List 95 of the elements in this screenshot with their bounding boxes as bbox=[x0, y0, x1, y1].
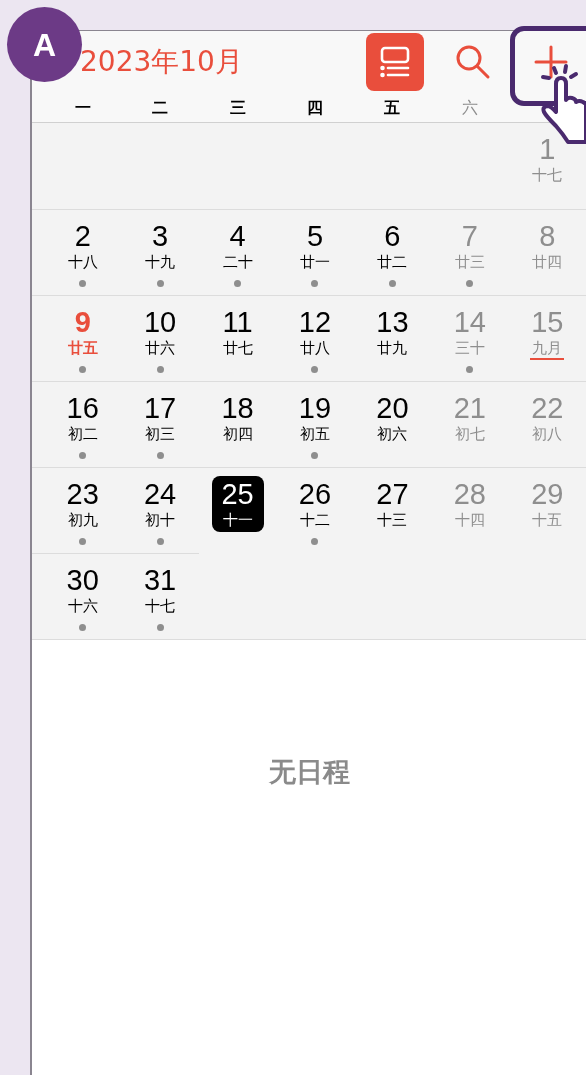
lunar-date: 初七 bbox=[454, 424, 485, 444]
day-number: 8 bbox=[539, 220, 556, 252]
day-number: 7 bbox=[461, 220, 478, 252]
day-number: 18 bbox=[221, 392, 254, 424]
lunar-date: 初二 bbox=[67, 424, 98, 444]
day-number: 24 bbox=[144, 478, 177, 510]
day-cell[interactable]: 6 廿二 bbox=[366, 218, 419, 274]
empty-state-message: 无日程 bbox=[268, 755, 350, 790]
lunar-date: 三十 bbox=[454, 338, 485, 358]
lunar-date: 十八 bbox=[67, 252, 98, 272]
day-number: 9 bbox=[74, 306, 91, 338]
lunar-date: 初六 bbox=[377, 424, 408, 444]
lunar-date: 十五 bbox=[532, 510, 563, 530]
weekday-label: 一 bbox=[73, 96, 92, 119]
day-cell[interactable]: 12 廿八 bbox=[289, 304, 341, 360]
day-number: 15 bbox=[531, 306, 564, 338]
weekday-label: 四 bbox=[306, 96, 324, 119]
lunar-date: 十七 bbox=[532, 165, 563, 185]
day-number: 10 bbox=[144, 306, 177, 338]
add-icon bbox=[533, 44, 569, 80]
step-badge: A bbox=[7, 7, 82, 82]
lunar-date: 初十 bbox=[145, 510, 176, 530]
month-title[interactable]: 2023年10月 bbox=[80, 41, 366, 83]
lunar-date: 廿四 bbox=[532, 252, 563, 272]
day-number: 29 bbox=[531, 478, 564, 510]
day-number: 2 bbox=[74, 220, 91, 252]
day-cell[interactable]: 30 十六 bbox=[56, 562, 109, 618]
day-cell[interactable]: 4 二十 bbox=[211, 218, 264, 274]
day-number: 19 bbox=[298, 392, 332, 424]
day-number: 6 bbox=[384, 220, 401, 252]
day-cell[interactable]: 31 十七 bbox=[134, 562, 187, 618]
lunar-date: 廿七 bbox=[222, 338, 253, 358]
day-number: 22 bbox=[531, 392, 564, 424]
day-cell[interactable]: 5 廿一 bbox=[289, 218, 341, 274]
lunar-date: 二十 bbox=[222, 252, 253, 272]
lunar-date: 十一 bbox=[222, 510, 253, 530]
day-number: 1 bbox=[539, 133, 556, 165]
lunar-date: 十二 bbox=[300, 510, 330, 530]
lunar-date: 廿二 bbox=[377, 252, 408, 272]
weekday-label: 二 bbox=[151, 96, 170, 119]
day-number: 20 bbox=[376, 392, 409, 424]
day-number: 28 bbox=[453, 478, 486, 510]
day-cell[interactable]: 13 廿九 bbox=[366, 304, 419, 360]
lunar-date: 十三 bbox=[377, 510, 408, 530]
day-number: 5 bbox=[306, 220, 324, 252]
day-number: 17 bbox=[144, 392, 177, 424]
day-cell[interactable]: 26 十二 bbox=[289, 476, 341, 532]
search-icon bbox=[454, 43, 492, 81]
lunar-date: 廿一 bbox=[300, 252, 330, 272]
day-number: 3 bbox=[152, 220, 169, 252]
lunar-date: 廿三 bbox=[454, 252, 485, 272]
lunar-date: 初五 bbox=[300, 424, 330, 444]
weekday-label: 六 bbox=[460, 96, 479, 119]
weekday-label: 五 bbox=[383, 96, 402, 119]
day-cell[interactable]: 24 初十 bbox=[134, 476, 187, 532]
lunar-date: 廿六 bbox=[145, 338, 176, 358]
day-number: 14 bbox=[453, 306, 486, 338]
day-number: 11 bbox=[222, 306, 253, 338]
day-number: 12 bbox=[298, 306, 332, 338]
lunar-date: 十七 bbox=[145, 596, 176, 616]
day-cell[interactable]: 20 初六 bbox=[366, 390, 419, 446]
day-cell[interactable]: 2 十八 bbox=[56, 218, 109, 274]
lunar-date: 初四 bbox=[222, 424, 253, 444]
day-cell[interactable]: 17 初三 bbox=[134, 390, 187, 446]
day-cell[interactable]: 23 初九 bbox=[56, 476, 109, 532]
list-view-button[interactable] bbox=[366, 33, 424, 91]
day-number: 26 bbox=[298, 478, 332, 510]
day-number: 25 bbox=[221, 478, 254, 510]
day-number: 16 bbox=[66, 392, 99, 424]
day-cell[interactable]: 27 十三 bbox=[366, 476, 419, 532]
lunar-date: 十九 bbox=[145, 252, 176, 272]
day-cell[interactable]: 16 初二 bbox=[56, 390, 109, 446]
lunar-date: 初八 bbox=[532, 424, 563, 444]
day-number: 21 bbox=[453, 392, 486, 424]
lunar-date: 十四 bbox=[454, 510, 485, 530]
lunar-date: 廿八 bbox=[300, 338, 330, 358]
lunar-date: 十六 bbox=[67, 596, 98, 616]
lunar-date: 初九 bbox=[67, 510, 98, 530]
lunar-date: 廿九 bbox=[377, 338, 408, 358]
lunar-date: 九月 bbox=[530, 338, 565, 360]
day-number: 27 bbox=[376, 478, 409, 510]
lunar-date: 廿五 bbox=[67, 338, 98, 358]
day-cell[interactable]: 18 初四 bbox=[211, 390, 264, 446]
weekday-label: 三 bbox=[228, 96, 247, 119]
day-cell[interactable]: 25 十一 bbox=[211, 476, 264, 532]
day-number: 4 bbox=[229, 220, 246, 252]
day-cell[interactable]: 11 廿七 bbox=[211, 304, 264, 360]
day-number: 31 bbox=[144, 564, 177, 596]
day-number: 23 bbox=[66, 478, 99, 510]
day-cell[interactable]: 10 廿六 bbox=[134, 304, 187, 360]
lunar-date: 初三 bbox=[145, 424, 176, 444]
day-number: 30 bbox=[66, 564, 99, 596]
day-cell[interactable]: 19 初五 bbox=[289, 390, 341, 446]
day-number: 13 bbox=[376, 306, 409, 338]
day-cell[interactable]: 3 十九 bbox=[134, 218, 187, 274]
